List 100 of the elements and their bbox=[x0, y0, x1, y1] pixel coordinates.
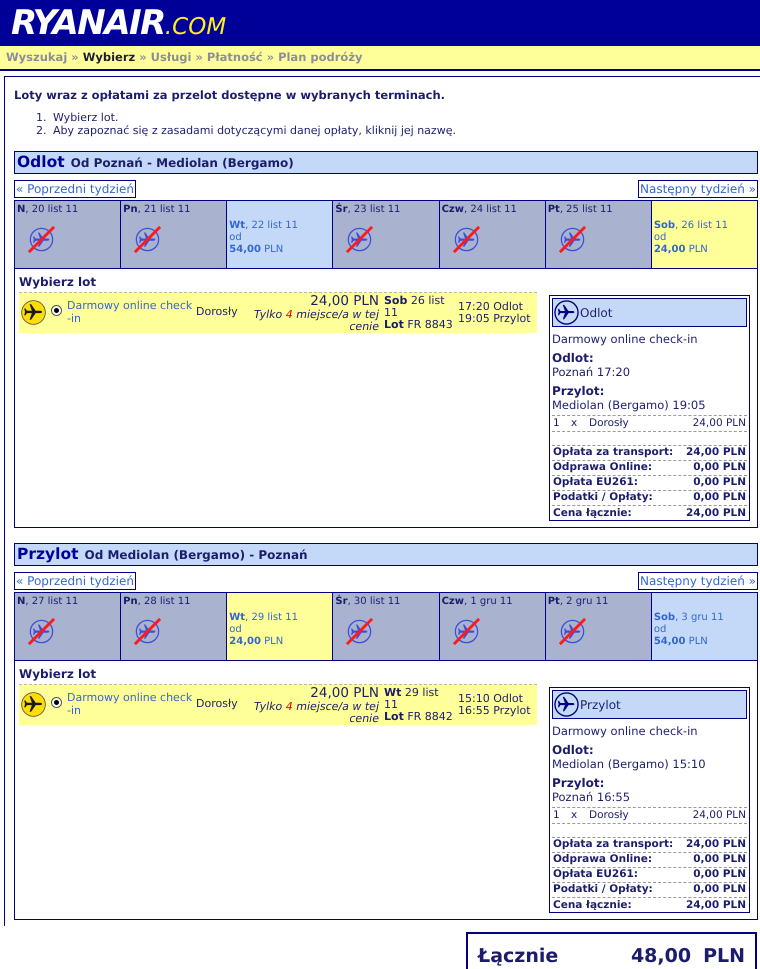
day-label: N, 20 list 11 bbox=[17, 204, 80, 216]
day-label: Czw, 1 gru 11 bbox=[442, 596, 514, 608]
fare-from-label: od bbox=[229, 624, 242, 636]
flight-number: Lot FR 8842 bbox=[384, 711, 453, 723]
fee-amount: 0,00 PLN bbox=[693, 867, 746, 882]
day-cell[interactable]: Pt, 2 gru 11 bbox=[544, 593, 651, 660]
day-cell[interactable]: Śr, 23 list 11 bbox=[332, 201, 439, 268]
section-title: Przylot bbox=[17, 544, 79, 565]
fee-label: Opłata EU261: bbox=[553, 475, 638, 490]
day-label: Pt, 2 gru 11 bbox=[548, 596, 610, 608]
instruction-step: 1. Wybierz lot. bbox=[36, 111, 758, 124]
flight-price: 24,00 PLN bbox=[310, 293, 379, 309]
day-label: Pn, 28 list 11 bbox=[123, 596, 192, 608]
fare-from-label: od bbox=[229, 232, 242, 244]
intro-heading: Loty wraz z opłatami za przelot dostępne w wybranych terminach. bbox=[14, 88, 446, 103]
summary-title: Przylot bbox=[580, 696, 621, 714]
section-title: Odlot bbox=[17, 152, 65, 173]
plane-icon bbox=[21, 692, 46, 717]
plane-icon bbox=[21, 300, 46, 325]
fee-label: Podatki / Opłaty: bbox=[553, 490, 653, 506]
fee-amount: 24,00 PLN bbox=[686, 898, 746, 913]
leg-label: Przylot: bbox=[552, 384, 604, 398]
fee-label: Opłata EU261: bbox=[553, 867, 638, 882]
day-cell[interactable]: Wt, 22 list 11 od 54,00 PLN bbox=[226, 201, 332, 268]
route-text: Od Mediolan (Bergamo) - Poznań bbox=[84, 546, 308, 564]
fee-label: Opłata za transport: bbox=[553, 445, 674, 460]
fee-label: Odprawa Online: bbox=[553, 852, 652, 868]
flight-number: Lot FR 8843 bbox=[384, 319, 453, 331]
day-label: Pt, 25 list 11 bbox=[548, 204, 614, 216]
passenger-type: Dorosły bbox=[196, 306, 239, 318]
fee-label: Cena łącznie: bbox=[553, 898, 632, 913]
day-cell[interactable]: Sob, 26 list 11 od 24,00 PLN bbox=[650, 201, 757, 268]
flight-time: 16:55 Przylot bbox=[458, 705, 531, 717]
fee-label: Cena łącznie: bbox=[553, 506, 632, 521]
fee-label: Odprawa Online: bbox=[553, 460, 652, 476]
day-cell[interactable]: N, 20 list 11 bbox=[15, 201, 120, 268]
fee-amount: 24,00 PLN bbox=[686, 837, 746, 852]
fee-amount: 0,00 PLN bbox=[693, 490, 746, 506]
passenger-amount: 24,00 PLN bbox=[692, 416, 746, 431]
breadcrumb-step[interactable]: Wybierz bbox=[82, 48, 136, 66]
day-cell[interactable]: Śr, 30 list 11 bbox=[332, 593, 439, 660]
flight-time: 19:05 Przylot bbox=[458, 313, 531, 325]
total-amount: 48,00 bbox=[630, 944, 692, 969]
day-cell[interactable]: Pt, 25 list 11 bbox=[544, 201, 651, 268]
crossed-plane-icon bbox=[450, 224, 482, 255]
fee-amount: 0,00 PLN bbox=[693, 475, 746, 490]
flight-date: Sob 26 list 11 bbox=[384, 295, 446, 319]
day-label: Wt, 22 list 11 bbox=[229, 220, 299, 232]
fare-radio[interactable] bbox=[51, 305, 62, 316]
next-week-link[interactable]: Następny tydzień » bbox=[638, 572, 758, 590]
total-currency: PLN bbox=[703, 944, 745, 969]
leg-value: Mediolan (Bergamo) 19:05 bbox=[552, 398, 706, 412]
choose-flight-heading: Wybierz lot bbox=[19, 275, 98, 289]
next-week-link[interactable]: Następny tydzień » bbox=[638, 180, 758, 198]
leg-value: Poznań 16:55 bbox=[552, 790, 630, 804]
passenger-count: 1 bbox=[553, 416, 561, 431]
passenger-amount: 24,00 PLN bbox=[692, 808, 746, 823]
fee-amount: 24,00 PLN bbox=[686, 506, 746, 521]
day-cell[interactable]: Sob, 3 gru 11 od 54,00 PLN bbox=[650, 593, 757, 660]
seats-note: Tylko 4 miejsce/a w tej cenie bbox=[252, 701, 379, 725]
fee-label: Podatki / Opłaty: bbox=[553, 882, 653, 898]
choose-flight-heading: Wybierz lot bbox=[19, 667, 98, 681]
site-logo[interactable]: RYANAIR.COM bbox=[11, 6, 226, 40]
day-cell[interactable]: Pn, 21 list 11 bbox=[120, 201, 226, 268]
breadcrumb-separator: » bbox=[266, 48, 274, 66]
day-label: Sob, 26 list 11 bbox=[654, 220, 729, 232]
crossed-plane-icon bbox=[344, 616, 376, 647]
day-cell[interactable]: N, 27 list 11 bbox=[15, 593, 120, 660]
passenger-type: Dorosły bbox=[589, 808, 629, 823]
leg-value: Poznań 17:20 bbox=[552, 365, 630, 379]
passenger-count: 1 bbox=[553, 808, 561, 823]
crossed-plane-icon bbox=[556, 616, 588, 647]
fee-label: Opłata za transport: bbox=[553, 837, 674, 852]
crossed-plane-icon bbox=[556, 224, 588, 255]
fare-price: 24,00 PLN bbox=[229, 636, 284, 648]
fare-from-label: od bbox=[654, 624, 666, 636]
previous-week-link[interactable]: « Poprzedni tydzień bbox=[14, 180, 136, 198]
multiply-sign: x bbox=[571, 416, 578, 431]
day-cell[interactable]: Wt, 29 list 11 od 24,00 PLN bbox=[226, 593, 332, 660]
fare-link[interactable]: Darmowy online check-in bbox=[67, 299, 194, 325]
day-label: Wt, 29 list 11 bbox=[229, 612, 299, 624]
day-label: N, 27 list 11 bbox=[17, 596, 80, 608]
day-cell[interactable]: Czw, 24 list 11 bbox=[438, 201, 545, 268]
day-label: Sob, 3 gru 11 bbox=[654, 612, 725, 624]
fee-amount: 0,00 PLN bbox=[693, 882, 746, 898]
crossed-plane-icon bbox=[450, 616, 482, 647]
total-label: Łącznie bbox=[478, 944, 558, 969]
breadcrumb-separator: » bbox=[195, 48, 203, 66]
fare-link[interactable]: Darmowy online check-in bbox=[67, 691, 194, 717]
summary-title: Odlot bbox=[580, 304, 612, 322]
fee-amount: 24,00 PLN bbox=[686, 445, 746, 460]
day-cell[interactable]: Pn, 28 list 11 bbox=[120, 593, 226, 660]
day-cell[interactable]: Czw, 1 gru 11 bbox=[438, 593, 545, 660]
previous-week-link[interactable]: « Poprzedni tydzień bbox=[14, 572, 136, 590]
crossed-plane-icon bbox=[132, 616, 164, 647]
crossed-plane-icon bbox=[26, 224, 57, 255]
fee-amount: 0,00 PLN bbox=[693, 460, 746, 476]
fare-radio[interactable] bbox=[51, 697, 62, 708]
fee-amount: 0,00 PLN bbox=[693, 852, 746, 868]
breadcrumb-separator: » bbox=[139, 48, 147, 66]
